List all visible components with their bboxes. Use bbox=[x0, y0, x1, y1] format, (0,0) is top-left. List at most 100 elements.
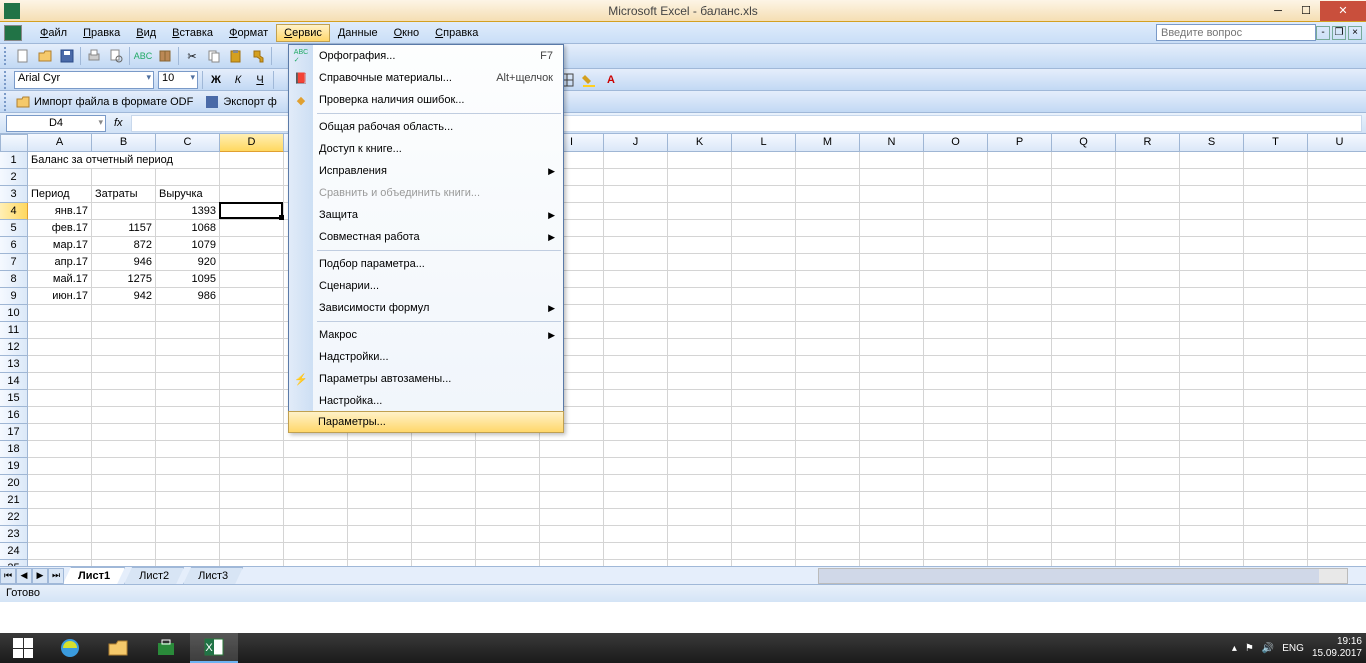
cell[interactable] bbox=[1244, 237, 1308, 254]
cell[interactable] bbox=[1180, 237, 1244, 254]
cell[interactable] bbox=[540, 492, 604, 509]
cell[interactable] bbox=[988, 390, 1052, 407]
cell[interactable] bbox=[860, 356, 924, 373]
row-header[interactable]: 19 bbox=[0, 458, 28, 475]
cell[interactable] bbox=[540, 543, 604, 560]
cell[interactable] bbox=[860, 220, 924, 237]
cell[interactable] bbox=[860, 203, 924, 220]
cell[interactable] bbox=[668, 509, 732, 526]
cell[interactable] bbox=[732, 254, 796, 271]
cell[interactable] bbox=[796, 424, 860, 441]
tray-language-indicator[interactable]: ENG bbox=[1282, 643, 1304, 654]
cell[interactable] bbox=[1180, 526, 1244, 543]
cell[interactable] bbox=[220, 220, 284, 237]
cell[interactable] bbox=[1116, 254, 1180, 271]
start-button[interactable] bbox=[0, 633, 46, 663]
cell[interactable] bbox=[1180, 254, 1244, 271]
cell[interactable] bbox=[924, 509, 988, 526]
cell[interactable] bbox=[284, 458, 348, 475]
cell[interactable] bbox=[1052, 220, 1116, 237]
cell[interactable] bbox=[1244, 441, 1308, 458]
column-header[interactable]: T bbox=[1244, 134, 1308, 152]
cell[interactable]: Выручка bbox=[156, 186, 220, 203]
horizontal-scrollbar[interactable] bbox=[818, 568, 1348, 584]
cell[interactable] bbox=[412, 441, 476, 458]
cell[interactable] bbox=[156, 373, 220, 390]
cell[interactable] bbox=[1116, 373, 1180, 390]
cell[interactable] bbox=[1052, 237, 1116, 254]
cell[interactable] bbox=[668, 237, 732, 254]
cell[interactable] bbox=[28, 390, 92, 407]
menu-item[interactable]: Доступ к книге... bbox=[289, 138, 563, 160]
cell[interactable] bbox=[28, 492, 92, 509]
cell[interactable] bbox=[796, 152, 860, 169]
cell[interactable] bbox=[796, 339, 860, 356]
cell[interactable] bbox=[1180, 424, 1244, 441]
cell[interactable] bbox=[1244, 356, 1308, 373]
cell[interactable] bbox=[924, 220, 988, 237]
cell[interactable]: 872 bbox=[92, 237, 156, 254]
cell[interactable] bbox=[1308, 271, 1366, 288]
cell[interactable] bbox=[604, 356, 668, 373]
cell[interactable] bbox=[1052, 271, 1116, 288]
cell[interactable] bbox=[988, 322, 1052, 339]
cell[interactable] bbox=[1052, 509, 1116, 526]
toolbar-gripper[interactable] bbox=[4, 93, 8, 111]
save-button[interactable] bbox=[57, 46, 77, 66]
cell[interactable] bbox=[220, 169, 284, 186]
odf-export-label[interactable]: Экспорт ф bbox=[223, 96, 276, 108]
cell[interactable] bbox=[1244, 203, 1308, 220]
cell[interactable] bbox=[668, 526, 732, 543]
cell[interactable] bbox=[668, 339, 732, 356]
cell[interactable] bbox=[1308, 526, 1366, 543]
cell[interactable] bbox=[732, 152, 796, 169]
cell[interactable] bbox=[92, 543, 156, 560]
taskbar-ie-icon[interactable] bbox=[46, 633, 94, 663]
cell[interactable] bbox=[220, 373, 284, 390]
cell[interactable] bbox=[988, 254, 1052, 271]
cell[interactable] bbox=[412, 492, 476, 509]
cell[interactable] bbox=[1244, 271, 1308, 288]
cell[interactable] bbox=[1180, 356, 1244, 373]
cell[interactable] bbox=[1180, 475, 1244, 492]
cell[interactable] bbox=[924, 305, 988, 322]
cell[interactable] bbox=[668, 356, 732, 373]
cell[interactable] bbox=[668, 254, 732, 271]
cell[interactable] bbox=[796, 288, 860, 305]
cell[interactable] bbox=[1116, 407, 1180, 424]
cell[interactable] bbox=[732, 407, 796, 424]
cell[interactable] bbox=[860, 271, 924, 288]
cell[interactable] bbox=[860, 475, 924, 492]
cell[interactable] bbox=[1116, 288, 1180, 305]
tray-action-center-icon[interactable]: ⚑ bbox=[1245, 643, 1254, 654]
row-header[interactable]: 24 bbox=[0, 543, 28, 560]
menu-item[interactable]: Общая рабочая область... bbox=[289, 116, 563, 138]
column-header[interactable]: Q bbox=[1052, 134, 1116, 152]
cell[interactable]: май.17 bbox=[28, 271, 92, 288]
cell[interactable] bbox=[860, 407, 924, 424]
cell[interactable] bbox=[1244, 186, 1308, 203]
cell[interactable] bbox=[28, 169, 92, 186]
cell[interactable] bbox=[540, 509, 604, 526]
cell[interactable]: 986 bbox=[156, 288, 220, 305]
cell[interactable] bbox=[732, 271, 796, 288]
cell[interactable] bbox=[1244, 458, 1308, 475]
cell[interactable] bbox=[732, 305, 796, 322]
taskbar-store-icon[interactable] bbox=[142, 633, 190, 663]
column-header[interactable]: R bbox=[1116, 134, 1180, 152]
cell[interactable] bbox=[988, 509, 1052, 526]
cell[interactable] bbox=[796, 441, 860, 458]
cell[interactable] bbox=[1052, 322, 1116, 339]
cell[interactable] bbox=[412, 458, 476, 475]
cell[interactable] bbox=[156, 339, 220, 356]
menu-item[interactable]: Параметры... bbox=[288, 411, 564, 433]
menu-item[interactable]: Защита▶ bbox=[289, 204, 563, 226]
cell[interactable] bbox=[92, 390, 156, 407]
cell[interactable] bbox=[604, 220, 668, 237]
row-header[interactable]: 2 bbox=[0, 169, 28, 186]
cell[interactable] bbox=[156, 543, 220, 560]
cell[interactable] bbox=[28, 509, 92, 526]
cell[interactable] bbox=[1244, 305, 1308, 322]
cell[interactable] bbox=[156, 407, 220, 424]
cell[interactable] bbox=[28, 475, 92, 492]
